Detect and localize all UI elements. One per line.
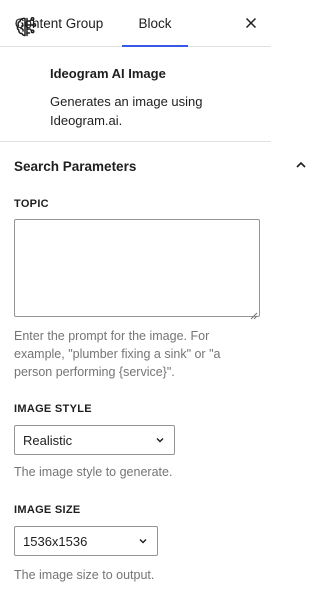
chevron-down-icon	[156, 438, 164, 443]
brain-icon	[14, 15, 38, 44]
close-button[interactable]	[241, 13, 261, 33]
close-icon	[245, 17, 257, 29]
topic-textarea[interactable]	[14, 219, 260, 317]
chevron-up-icon[interactable]	[294, 158, 308, 177]
image-size-label: IMAGE SIZE	[14, 504, 81, 516]
panel-title: Search Parameters	[14, 159, 137, 174]
sidebar-tabs: Content Group Block	[0, 0, 271, 47]
topic-help-text: Enter the prompt for the image. For exam…	[14, 329, 221, 379]
image-style-label: IMAGE STYLE	[14, 403, 92, 415]
image-size-value: 1536x1536	[23, 533, 88, 549]
chevron-down-icon	[139, 539, 147, 544]
resize-grip-icon[interactable]	[250, 307, 258, 325]
block-description: Generates an image using Ideogram.ai.	[50, 94, 203, 128]
image-style-select[interactable]: Realistic	[14, 425, 175, 455]
image-style-help-text: The image style to generate.	[14, 465, 173, 479]
image-size-select[interactable]: 1536x1536	[14, 526, 158, 556]
topic-label: TOPIC	[14, 198, 49, 210]
image-size-help-text: The image size to output.	[14, 568, 155, 582]
tab-block-label: Block	[138, 15, 172, 31]
block-title: Ideogram AI Image	[50, 66, 166, 81]
image-style-value: Realistic	[23, 432, 73, 448]
tab-block[interactable]: Block	[122, 0, 188, 47]
